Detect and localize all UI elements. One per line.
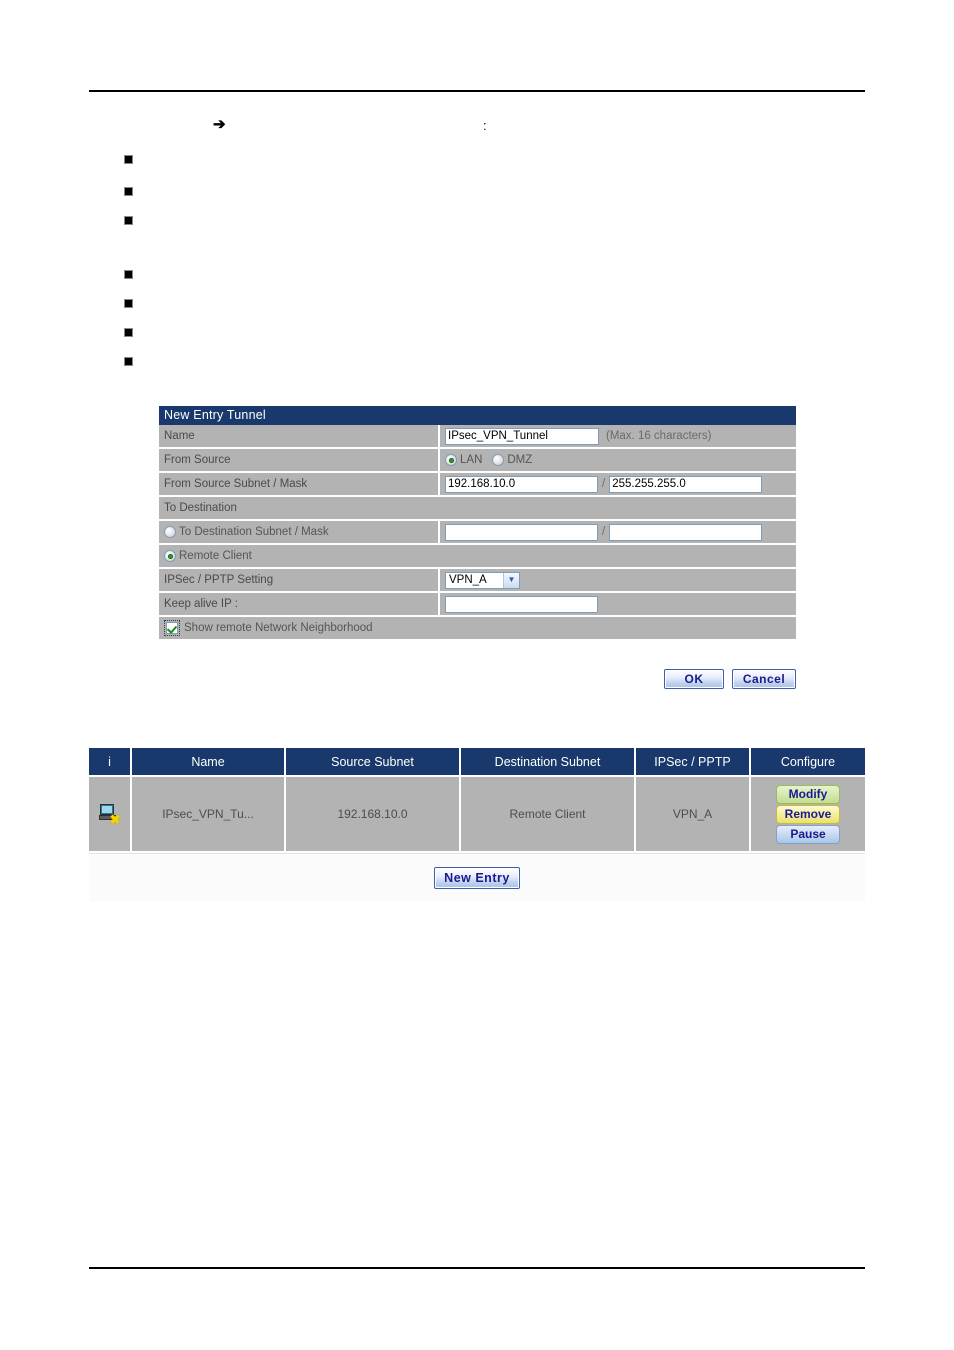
name-label: Name <box>159 425 440 447</box>
keep-alive-input[interactable] <box>445 595 598 613</box>
bullet-marker <box>124 328 133 337</box>
from-subnet-label: From Source Subnet / Mask <box>159 473 440 495</box>
pause-button[interactable]: Pause <box>776 824 840 844</box>
radio-dmz-label: DMZ <box>507 454 533 466</box>
ipsec-pptp-label: IPSec / PPTP Setting <box>159 569 440 591</box>
show-neighborhood-label: Show remote Network Neighborhood <box>184 622 373 634</box>
ipsec-pptp-select[interactable]: VPN_A ▼ <box>445 571 520 589</box>
to-destination-label: To Destination <box>159 497 796 519</box>
radio-to-destination-subnet[interactable] <box>164 526 176 538</box>
to-dest-subnet-cell: To Destination Subnet / Mask <box>159 521 440 543</box>
subnet-slash: / <box>602 478 606 490</box>
form-row-from-subnet: From Source Subnet / Mask 192.168.10.0 /… <box>159 473 796 497</box>
remote-client-label: Remote Client <box>179 550 252 562</box>
chevron-down-icon: ▼ <box>503 572 519 588</box>
show-neighborhood-checkbox-wrap[interactable] <box>164 620 180 636</box>
col-header-configure: Configure <box>750 748 865 777</box>
remote-client-cell: Remote Client <box>159 545 796 567</box>
to-dest-subnet-value-cell: / <box>440 521 796 543</box>
bullet-marker <box>124 216 133 225</box>
from-mask-input[interactable]: 255.255.255.0 <box>609 475 763 493</box>
show-neighborhood-cell: Show remote Network Neighborhood <box>159 617 796 639</box>
form-row-ipsec-pptp: IPSec / PPTP Setting VPN_A ▼ <box>159 569 796 593</box>
bullet-marker <box>124 299 133 308</box>
col-header-destination-subnet: Destination Subnet <box>460 748 636 777</box>
ok-button[interactable]: OK <box>664 669 724 689</box>
remove-button[interactable]: Remove <box>776 804 840 824</box>
to-dest-slash: / <box>602 526 606 538</box>
form-button-row: OK Cancel <box>159 668 796 690</box>
footer-rule <box>89 1267 865 1269</box>
keep-alive-value-cell <box>440 593 796 615</box>
tunnel-list-table-wrap: i Name Source Subnet Destination Subnet … <box>89 748 865 854</box>
x-mark-icon: ✖ <box>109 812 121 827</box>
row-source-subnet: 192.168.10.0 <box>285 776 461 853</box>
from-subnet-value-cell: 192.168.10.0 / 255.255.255.0 <box>440 473 796 495</box>
ipsec-pptp-value-cell: VPN_A ▼ <box>440 569 796 591</box>
colon-marker: : <box>483 118 487 133</box>
form-row-from-source: From Source LAN DMZ <box>159 449 796 473</box>
new-entry-button[interactable]: New Entry <box>434 867 520 889</box>
from-source-options-cell: LAN DMZ <box>440 449 796 471</box>
form-row-to-dest-subnet: To Destination Subnet / Mask / <box>159 521 796 545</box>
new-entry-button-area: New Entry <box>89 855 865 901</box>
to-dest-mask-input[interactable] <box>609 523 763 541</box>
name-value-cell: IPsec_VPN_Tunnel (Max. 16 characters) <box>440 425 796 447</box>
form-row-to-destination: To Destination <box>159 497 796 521</box>
radio-remote-client[interactable] <box>164 550 176 562</box>
to-dest-subnet-input[interactable] <box>445 523 598 541</box>
row-destination-subnet: Remote Client <box>460 776 636 853</box>
new-entry-tunnel-form: New Entry Tunnel Name IPsec_VPN_Tunnel (… <box>159 406 796 639</box>
col-header-name: Name <box>131 748 286 777</box>
arrow-marker: ➔ <box>213 116 226 133</box>
radio-lan-label: LAN <box>460 454 483 466</box>
configure-button-stack: Modify Remove Pause <box>752 784 864 844</box>
bullet-marker <box>124 270 133 279</box>
row-status-cell: ✖ <box>89 776 132 853</box>
form-row-keep-alive: Keep alive IP : <box>159 593 796 617</box>
from-subnet-input[interactable]: 192.168.10.0 <box>445 475 598 493</box>
form-row-show-neighborhood: Show remote Network Neighborhood <box>159 617 796 639</box>
row-ipsec-pptp: VPN_A <box>635 776 751 853</box>
header-rule <box>89 90 865 92</box>
row-configure-cell: Modify Remove Pause <box>750 776 865 853</box>
form-row-remote-client: Remote Client <box>159 545 796 569</box>
bullet-marker <box>124 357 133 366</box>
modify-button[interactable]: Modify <box>776 784 840 804</box>
col-header-source-subnet: Source Subnet <box>285 748 461 777</box>
row-name: IPsec_VPN_Tu... <box>131 776 286 853</box>
col-header-info: i <box>89 748 132 777</box>
computer-disconnected-icon: ✖ <box>98 804 121 827</box>
bullet-marker <box>124 155 133 164</box>
radio-dmz[interactable] <box>492 454 505 466</box>
show-neighborhood-checkbox[interactable] <box>166 622 178 634</box>
to-dest-subnet-label: To Destination Subnet / Mask <box>179 526 329 538</box>
document-page: ➔ : New Entry Tunnel Name IPsec_VPN_Tunn… <box>0 0 954 1350</box>
table-row: ✖ IPsec_VPN_Tu... 192.168.10.0 Remote Cl… <box>89 776 865 853</box>
tunnel-list-table: i Name Source Subnet Destination Subnet … <box>89 748 865 853</box>
form-title: New Entry Tunnel <box>159 406 796 425</box>
from-source-label: From Source <box>159 449 440 471</box>
radio-lan[interactable] <box>445 454 457 466</box>
name-input[interactable]: IPsec_VPN_Tunnel <box>445 427 599 445</box>
keep-alive-label: Keep alive IP : <box>159 593 440 615</box>
table-header-row: i Name Source Subnet Destination Subnet … <box>89 748 865 777</box>
name-hint: (Max. 16 characters) <box>606 430 712 442</box>
cancel-button[interactable]: Cancel <box>732 669 796 689</box>
form-row-name: Name IPsec_VPN_Tunnel (Max. 16 character… <box>159 425 796 449</box>
bullet-marker <box>124 187 133 196</box>
ipsec-pptp-selected-value: VPN_A <box>449 574 487 586</box>
col-header-ipsec-pptp: IPSec / PPTP <box>635 748 751 777</box>
